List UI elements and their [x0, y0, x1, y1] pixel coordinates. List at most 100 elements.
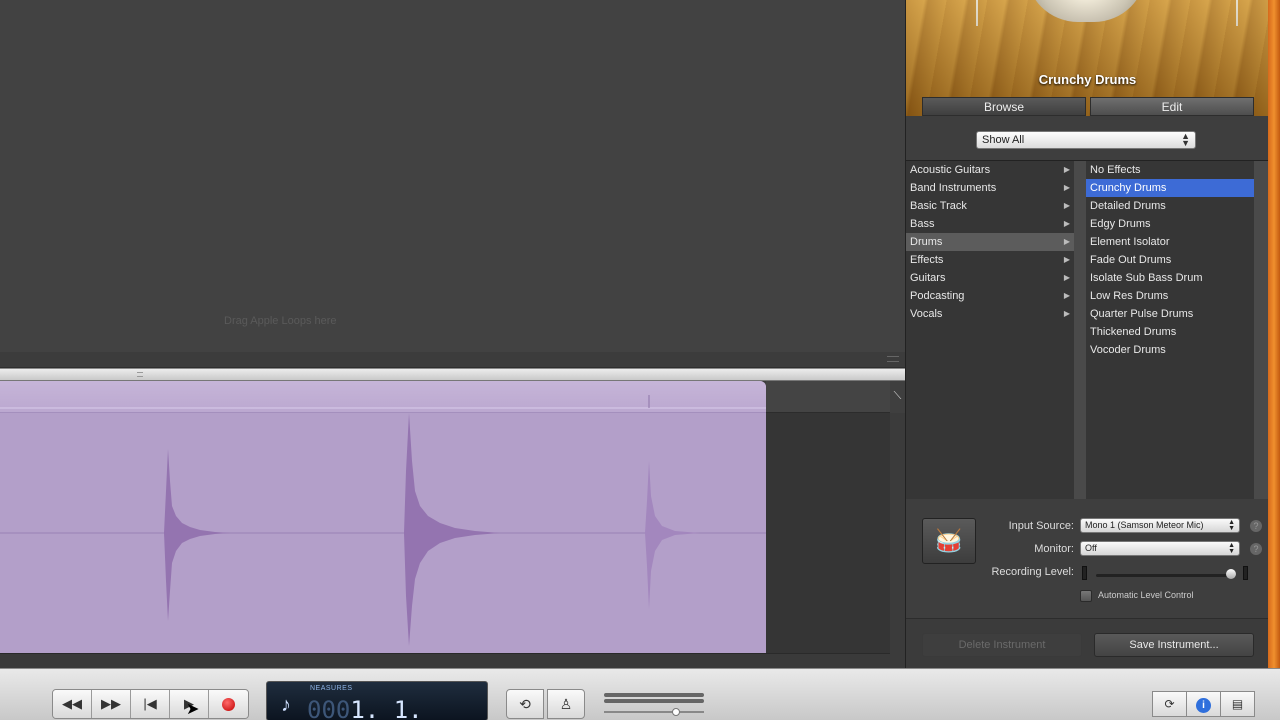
editor-divider[interactable] [0, 368, 905, 381]
disclosure-arrow-icon: ▶ [1063, 201, 1070, 210]
category-item-label: Band Instruments [910, 182, 997, 194]
cycle-button[interactable]: ⟲ [506, 689, 544, 719]
preset-column: No Effects Crunchy Drums Detailed Drums Edg… [1086, 161, 1254, 499]
category-item[interactable]: Basic Track ▶ [906, 197, 1074, 215]
preset-item-label: Crunchy Drums [1090, 182, 1167, 194]
level-meter-right [1243, 566, 1248, 580]
record-button[interactable] [209, 690, 248, 718]
volume-knob[interactable] [672, 708, 680, 716]
instrument-details: 🥁 Input Source: Mono 1 (Samson Meteor Mi… [906, 500, 1269, 618]
category-item-label: Acoustic Guitars [910, 164, 991, 176]
category-item[interactable]: Band Instruments ▶ [906, 179, 1074, 197]
input-source-popup[interactable]: Mono 1 (Samson Meteor Mic) ▲ ▼ [1080, 518, 1240, 533]
resize-grip-icon[interactable] [887, 356, 899, 362]
record-icon [222, 698, 235, 712]
track-info-button[interactable]: i [1186, 691, 1221, 717]
waveform [0, 395, 766, 646]
preset-scrollbar[interactable] [1254, 161, 1269, 499]
mouse-pointer-icon: ➤ [186, 701, 200, 718]
category-item[interactable]: Bass ▶ [906, 215, 1074, 233]
save-instrument-button[interactable]: Save Instrument... [1094, 633, 1254, 657]
input-source-label: Input Source: [1008, 520, 1074, 532]
time-display[interactable]: NEASURES ♪ 0001. 1. 1.001 [266, 681, 488, 720]
editor-scrollbar[interactable] [0, 653, 890, 668]
input-source-value: Mono 1 (Samson Meteor Mic) [1085, 520, 1204, 530]
preset-item[interactable]: Edgy Drums [1086, 215, 1254, 233]
editor-ruler [766, 381, 890, 413]
category-item[interactable]: Acoustic Guitars ▶ [906, 161, 1074, 179]
master-volume-slider[interactable] [604, 691, 710, 719]
desktop-background-edge [1268, 0, 1280, 668]
preset-item-label: Vocoder Drums [1090, 344, 1166, 356]
preset-item-label: Detailed Drums [1090, 200, 1166, 212]
audio-region[interactable] [0, 381, 766, 653]
view-buttons: ⟳ i ▤ [1152, 691, 1255, 717]
updown-arrows-icon: ▲ ▼ [1228, 519, 1235, 532]
level-meter-left [1082, 566, 1087, 580]
category-item-label: Basic Track [910, 200, 967, 212]
display-mode-label: NEASURES [310, 685, 353, 692]
disclosure-arrow-icon: ▶ [1063, 255, 1070, 264]
preset-item[interactable]: Vocoder Drums [1086, 341, 1254, 359]
disclosure-arrow-icon: ▶ [1063, 291, 1070, 300]
track-area[interactable]: Drag Apple Loops here [0, 0, 905, 368]
instrument-title: Crunchy Drums [1038, 72, 1137, 87]
rewind-button[interactable]: ◀◀ [53, 690, 92, 718]
auto-level-checkbox[interactable] [1080, 590, 1092, 602]
monitor-popup[interactable]: Off ▲ ▼ [1080, 541, 1240, 556]
show-all-popup[interactable]: Show All ▲ ▼ [976, 131, 1196, 149]
preset-item[interactable]: Fade Out Drums [1086, 251, 1254, 269]
category-item-label: Guitars [910, 272, 946, 284]
editor-empty-area [766, 413, 890, 653]
note-icon[interactable]: ♪ [281, 694, 291, 717]
media-browser-button[interactable]: ▤ [1220, 691, 1255, 717]
category-item[interactable]: Effects ▶ [906, 251, 1074, 269]
tab-browse[interactable]: Browse [922, 97, 1086, 116]
collapse-editor-icon[interactable]: ⟍ [890, 381, 905, 413]
drum-kit-icon[interactable]: 🥁 [922, 518, 976, 564]
auto-level-label: Automatic Level Control [1098, 590, 1194, 600]
volume-track [604, 711, 704, 713]
go-to-start-button[interactable]: |◀ [131, 690, 170, 718]
updown-arrows-icon: ▲ ▼ [1228, 542, 1235, 555]
category-item[interactable]: Vocals ▶ [906, 305, 1074, 323]
category-column: Acoustic Guitars ▶ Band Instruments ▶ Basic … [906, 161, 1074, 499]
recording-level-knob[interactable] [1226, 569, 1236, 579]
category-item[interactable]: Drums ▶ [906, 233, 1074, 251]
category-item[interactable]: Guitars ▶ [906, 269, 1074, 287]
monitor-value: Off [1085, 543, 1097, 553]
track-info-pane: Crunchy Drums Browse Edit Show All ▲ ▼ Ac… [905, 0, 1269, 668]
preset-item[interactable]: Isolate Sub Bass Drum [1086, 269, 1254, 287]
category-item-label: Bass [910, 218, 935, 230]
preset-item[interactable]: Low Res Drums [1086, 287, 1254, 305]
metronome-button[interactable]: ♙ [547, 689, 585, 719]
filter-value: Show All [982, 134, 1025, 146]
preset-item[interactable]: No Effects [1086, 161, 1254, 179]
loop-browser-button[interactable]: ⟳ [1152, 691, 1187, 717]
delete-instrument-button[interactable]: Delete Instrument [922, 633, 1082, 657]
preset-item-label: No Effects [1090, 164, 1141, 176]
preset-item-label: Thickened Drums [1090, 326, 1177, 338]
preset-item[interactable]: Detailed Drums [1086, 197, 1254, 215]
help-icon[interactable]: ? [1250, 543, 1262, 555]
preset-item[interactable]: Crunchy Drums [1086, 179, 1254, 197]
instrument-browser: Acoustic Guitars ▶ Band Instruments ▶ Basic … [906, 160, 1269, 499]
preset-item-label: Element Isolator [1090, 236, 1170, 248]
instrument-actions: Delete Instrument Save Instrument... [906, 618, 1269, 668]
help-icon[interactable]: ? [1250, 520, 1262, 532]
fast-forward-button[interactable]: ▶▶ [92, 690, 131, 718]
preset-item[interactable]: Thickened Drums [1086, 323, 1254, 341]
track-area-scrollbar[interactable] [0, 352, 905, 368]
recording-level-slider[interactable] [1096, 574, 1236, 577]
drop-loops-hint: Drag Apple Loops here [224, 315, 337, 327]
preset-item[interactable]: Quarter Pulse Drums [1086, 305, 1254, 323]
divider-grip-icon[interactable] [137, 372, 143, 377]
monitor-label: Monitor: [1034, 543, 1074, 555]
category-item[interactable]: Podcasting ▶ [906, 287, 1074, 305]
category-item-label: Podcasting [910, 290, 965, 302]
preset-item-label: Isolate Sub Bass Drum [1090, 272, 1203, 284]
preset-item[interactable]: Element Isolator [1086, 233, 1254, 251]
category-scrollbar[interactable] [1074, 161, 1086, 499]
recording-level-label: Recording Level: [991, 566, 1074, 578]
tab-edit[interactable]: Edit [1090, 97, 1254, 116]
